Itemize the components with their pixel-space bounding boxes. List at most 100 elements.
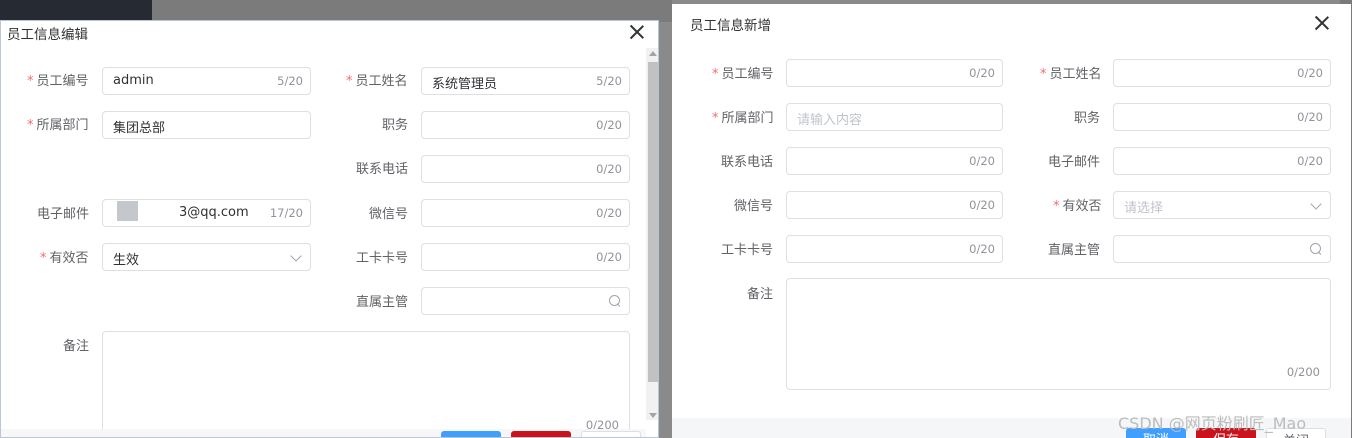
- email-count: 17/20: [269, 206, 303, 220]
- wechat-input[interactable]: 0/20: [786, 191, 1003, 219]
- edit-dialog-title: 员工信息编辑: [7, 27, 88, 43]
- required-mark: *: [27, 74, 34, 89]
- position-count: 0/20: [1297, 110, 1323, 124]
- scroll-up-arrow-icon[interactable]: [649, 51, 657, 56]
- manager-label: 直属主管: [1048, 243, 1101, 258]
- card-count: 0/20: [596, 250, 622, 264]
- email-label: 电子邮件: [1048, 155, 1101, 170]
- emp-name-input[interactable]: 0/20: [1113, 59, 1331, 87]
- edit-close-button[interactable]: [581, 431, 641, 437]
- edit-save-button[interactable]: [511, 431, 571, 437]
- emp-no-label-text: 员工编号: [36, 74, 89, 89]
- valid-label-text: 有效否: [1062, 199, 1102, 214]
- close-icon[interactable]: [1314, 15, 1330, 31]
- position-label: 职务: [1074, 111, 1101, 126]
- required-mark: *: [27, 118, 34, 133]
- valid-label-text: 有效否: [49, 251, 89, 266]
- emp-no-value: admin: [113, 73, 154, 88]
- dept-placeholder: 请输入内容: [797, 113, 863, 128]
- phone-count: 0/20: [969, 154, 995, 168]
- edit-cancel-button[interactable]: [441, 431, 501, 437]
- valid-select[interactable]: 生效: [102, 243, 311, 271]
- scrollbar-thumb[interactable]: [648, 62, 658, 382]
- valid-label: * 有效否: [40, 247, 89, 266]
- emp-name-label: * 员工姓名: [346, 70, 408, 89]
- email-input[interactable]: 0/20: [1113, 147, 1331, 175]
- dept-input[interactable]: 请输入内容: [786, 103, 1003, 131]
- emp-no-label: * 员工编号: [27, 70, 89, 89]
- wechat-label: 微信号: [369, 207, 409, 222]
- dept-input[interactable]: 集团总部: [102, 111, 311, 139]
- card-count: 0/20: [969, 242, 995, 256]
- remark-label: 备注: [747, 287, 774, 302]
- manager-input[interactable]: [1113, 235, 1331, 263]
- emp-name-value: 系统管理员: [432, 77, 498, 92]
- redacted-mask: [117, 201, 138, 221]
- dept-label-text: 所属部门: [36, 118, 89, 133]
- card-label: 工卡卡号: [356, 251, 409, 266]
- scroll-down-arrow-icon[interactable]: [649, 413, 657, 418]
- phone-count: 0/20: [596, 162, 622, 176]
- emp-name-label-text: 员工姓名: [1049, 67, 1102, 82]
- dept-label: * 所属部门: [27, 114, 89, 133]
- emp-no-input[interactable]: admin 5/20: [102, 67, 311, 95]
- card-label: 工卡卡号: [721, 243, 774, 258]
- position-input[interactable]: 0/20: [421, 111, 630, 139]
- emp-no-label: * 员工编号: [712, 63, 774, 82]
- remark-count: 0/200: [1286, 365, 1320, 379]
- watermark: CSDN @网页粉刷匠_Mao: [1118, 414, 1307, 433]
- required-mark: *: [346, 74, 353, 89]
- manager-label: 直属主管: [356, 295, 409, 310]
- required-mark: *: [712, 67, 719, 82]
- remark-textarea[interactable]: 0/200: [102, 331, 630, 437]
- close-icon[interactable]: [629, 24, 645, 40]
- required-mark: *: [40, 251, 47, 266]
- email-count: 0/20: [1297, 154, 1323, 168]
- valid-placeholder: 请选择: [1124, 201, 1164, 216]
- search-icon[interactable]: [609, 295, 621, 307]
- wechat-count: 0/20: [969, 198, 995, 212]
- email-label: 电子邮件: [37, 207, 90, 222]
- dept-value: 集团总部: [113, 121, 166, 136]
- position-label: 职务: [382, 118, 409, 133]
- emp-name-input[interactable]: 系统管理员 5/20: [421, 67, 630, 95]
- add-dialog-header: 员工信息新增: [672, 4, 1351, 34]
- email-input[interactable]: 3@qq.com 17/20: [102, 199, 311, 227]
- dept-label-text: 所属部门: [721, 111, 774, 126]
- emp-no-count: 0/20: [969, 66, 995, 80]
- edit-dialog-footer: [1, 429, 646, 437]
- phone-label: 联系电话: [356, 162, 409, 177]
- phone-input[interactable]: 0/20: [786, 147, 1003, 175]
- valid-value: 生效: [113, 253, 140, 268]
- valid-label: * 有效否: [1053, 195, 1102, 214]
- chevron-down-icon: [1310, 198, 1322, 210]
- phone-input[interactable]: 0/20: [421, 155, 630, 183]
- search-icon[interactable]: [1310, 243, 1322, 255]
- dept-label: * 所属部门: [712, 107, 774, 126]
- wechat-label: 微信号: [734, 199, 774, 214]
- add-dialog: 员工信息新增 * 员工编号 0/20 * 员工姓名 0/20 * 所属部门 请输入内容…: [672, 4, 1351, 438]
- valid-select[interactable]: 请选择: [1113, 191, 1331, 219]
- emp-no-label-text: 员工编号: [721, 67, 774, 82]
- manager-input[interactable]: [421, 287, 630, 315]
- background-app-header: [152, 0, 672, 22]
- card-input[interactable]: 0/20: [421, 243, 630, 271]
- emp-no-input[interactable]: 0/20: [786, 59, 1003, 87]
- phone-label: 联系电话: [721, 155, 774, 170]
- background-app-header-dark: [0, 0, 152, 22]
- wechat-input[interactable]: 0/20: [421, 199, 630, 227]
- card-input[interactable]: 0/20: [786, 235, 1003, 263]
- remark-textarea[interactable]: 0/200: [786, 278, 1331, 390]
- remark-label: 备注: [63, 339, 90, 354]
- emp-name-label: * 员工姓名: [1040, 63, 1102, 82]
- emp-name-count: 0/20: [1297, 66, 1323, 80]
- emp-no-count: 5/20: [277, 74, 303, 88]
- edit-dialog-header: 员工信息编辑: [1, 21, 658, 51]
- edit-dialog: 员工信息编辑 * 员工编号 admin 5/20 * 员工姓名 系统管理员 5/20…: [0, 20, 659, 438]
- required-mark: *: [712, 111, 719, 126]
- email-value: 3@qq.com: [179, 205, 249, 220]
- wechat-count: 0/20: [596, 206, 622, 220]
- add-dialog-title: 员工信息新增: [690, 18, 771, 34]
- required-mark: *: [1040, 67, 1047, 82]
- position-input[interactable]: 0/20: [1113, 103, 1331, 131]
